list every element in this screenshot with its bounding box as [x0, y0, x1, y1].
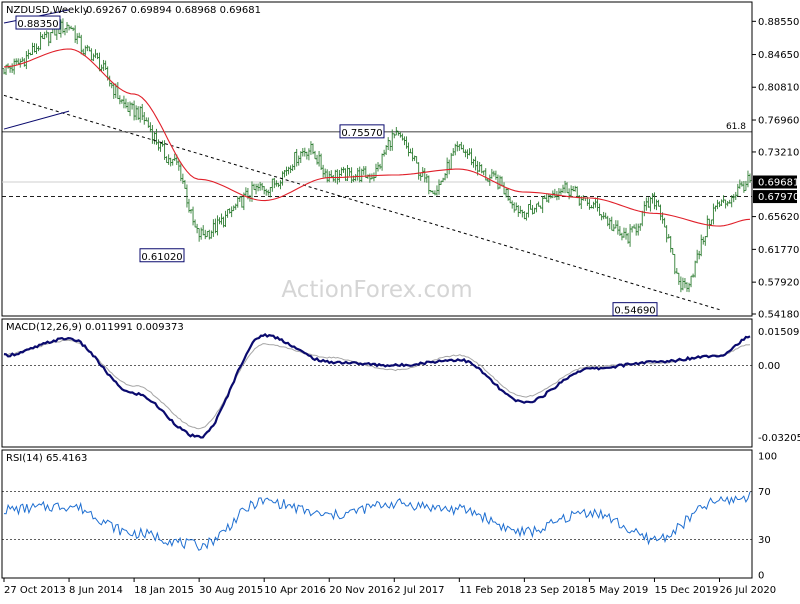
price-axis: 0.88550 0.84650 0.80810 0.76960 0.73210 0.656…	[752, 17, 799, 321]
price-tick-label: 0.80810	[758, 83, 799, 94]
current-price-tag: 0.69681	[758, 178, 799, 189]
price-panel-frame	[1, 1, 753, 317]
price-tick-label: 0.76960	[758, 116, 799, 127]
x-axis: 27 Oct 2013 8 Jun 2014 18 Jan 2015 30 Aug 2…	[3, 578, 777, 596]
price-tick-label: 0.73210	[758, 147, 799, 158]
x-tick-label: 30 Aug 2015	[199, 585, 263, 596]
x-tick-label: 15 Dec 2019	[654, 585, 718, 596]
macd-panel-frame	[1, 318, 753, 448]
x-tick-label: 5 May 2019	[589, 585, 648, 596]
chart-svg: ActionForex.com 61.8 0.88350 0.75570 0.610…	[1, 1, 800, 596]
macd-tick-label: -0.032057	[758, 433, 800, 444]
price-tick-label: 0.54180	[758, 310, 799, 321]
price-tick-label: 0.57920	[758, 278, 799, 289]
price-tick-label: 0.65620	[758, 212, 799, 223]
x-tick-label: 26 Jul 2020	[720, 585, 777, 596]
watermark: ActionForex.com	[281, 277, 472, 303]
macd-tick-label: 0.00	[758, 361, 780, 372]
price-tick-label: 0.88550	[758, 17, 799, 28]
x-tick-label: 18 Jan 2015	[134, 585, 194, 596]
price-annotation: 0.61020	[141, 252, 182, 263]
rsi-tick-label: 30	[758, 535, 771, 546]
x-tick-label: 2 Jul 2017	[394, 585, 444, 596]
rsi-tick-label: 70	[758, 487, 771, 498]
rsi-title: RSI(14) 65.4163	[6, 453, 87, 464]
x-tick-label: 11 Feb 2018	[459, 585, 521, 596]
price-annotation: 0.54690	[614, 306, 655, 317]
chart-window: ActionForex.com 61.8 0.88350 0.75570 0.610…	[0, 0, 800, 600]
symbol-title: NZDUSD,Weekly	[6, 5, 89, 16]
price-annotation: 0.75570	[341, 128, 382, 139]
x-tick-label: 27 Oct 2013	[4, 585, 66, 596]
macd-title: MACD(12,26,9) 0.011991 0.009373	[6, 322, 184, 333]
x-tick-label: 8 Jun 2014	[69, 585, 123, 596]
macd-tick-label: 0.015093	[758, 327, 800, 338]
rsi-panel-frame	[1, 449, 753, 579]
rsi-tick-label: 100	[758, 452, 777, 463]
ohlc-readout: 0.69267 0.69894 0.68968 0.69681	[86, 5, 261, 16]
price-tick-label: 0.61770	[758, 245, 799, 256]
support-price-tag: 0.67970	[758, 192, 799, 203]
x-tick-label: 10 Apr 2016	[264, 585, 326, 596]
price-tick-label: 0.84650	[758, 50, 799, 61]
price-annotation: 0.88350	[17, 19, 58, 30]
x-tick-label: 20 Nov 2016	[329, 585, 393, 596]
fib-label: 61.8	[726, 122, 746, 132]
rsi-tick-label: 0	[758, 571, 764, 582]
x-tick-label: 23 Sep 2018	[524, 585, 587, 596]
